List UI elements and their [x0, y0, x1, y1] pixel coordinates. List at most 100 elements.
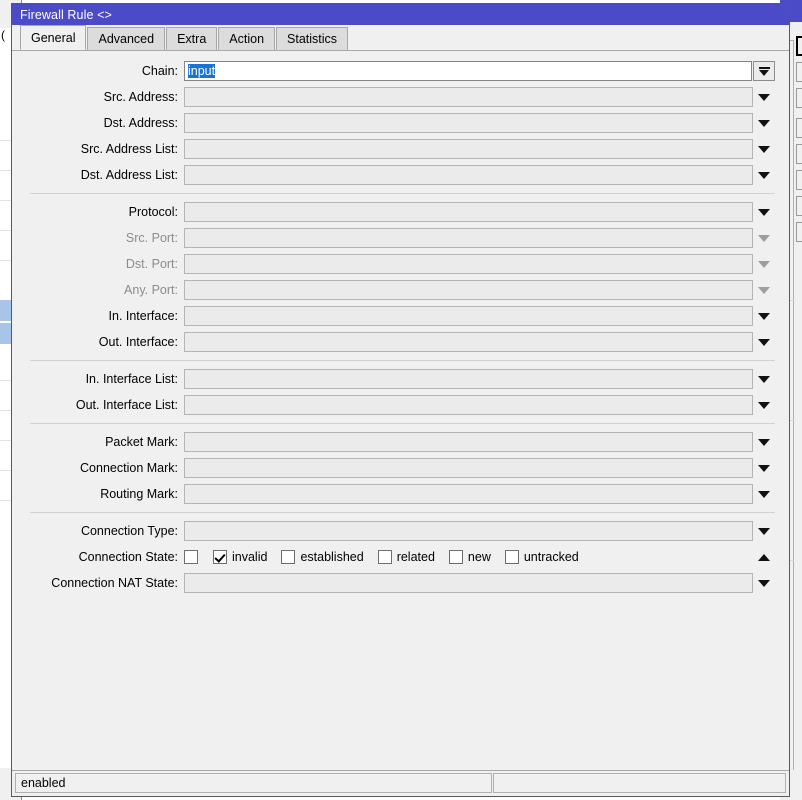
- field-row-in-interface-list: In. Interface List:: [12, 366, 789, 392]
- general-tab-panel: Chain: input Src. Address: Dst. Address:: [12, 50, 789, 770]
- firewall-rule-dialog: Firewall Rule <> General Advanced Extra …: [11, 3, 790, 797]
- src-address-chevron-down-icon[interactable]: [753, 87, 775, 107]
- connection-state-related[interactable]: related: [377, 550, 435, 564]
- label-in-interface: In. Interface:: [108, 309, 178, 323]
- label-src-port: Src. Port:: [125, 231, 178, 245]
- field-row-src-port: Src. Port:: [12, 225, 789, 251]
- src-port-chevron-down-icon: [753, 228, 775, 248]
- label-connection-state: Connection State:: [78, 550, 178, 564]
- label-protocol: Protocol:: [128, 205, 178, 219]
- label-src-address: Src. Address:: [103, 90, 178, 104]
- out-interface-chevron-down-icon[interactable]: [753, 332, 775, 352]
- label-dst-address-list: Dst. Address List:: [80, 168, 178, 182]
- checkbox-untracked[interactable]: [504, 550, 519, 564]
- label-any-port: Any. Port:: [124, 283, 178, 297]
- out-interface-input[interactable]: [184, 332, 753, 352]
- label-established: established: [300, 550, 364, 564]
- connection-mark-chevron-down-icon[interactable]: [753, 458, 775, 478]
- tab-extra[interactable]: Extra: [166, 27, 218, 50]
- dst-address-chevron-down-icon[interactable]: [753, 113, 775, 133]
- tab-general[interactable]: General: [20, 25, 87, 50]
- protocol-chevron-down-icon[interactable]: [753, 202, 775, 222]
- field-row-src-address-list: Src. Address List:: [12, 136, 789, 162]
- checkbox-new[interactable]: [448, 550, 463, 564]
- src-address-input[interactable]: [184, 87, 753, 107]
- label-src-address-list: Src. Address List:: [80, 142, 178, 156]
- in-interface-list-input[interactable]: [184, 369, 753, 389]
- background-button[interactable]: [796, 118, 802, 138]
- field-row-any-port: Any. Port:: [12, 277, 789, 303]
- label-invalid: invalid: [232, 550, 268, 564]
- in-interface-input[interactable]: [184, 306, 753, 326]
- tab-bar: General Advanced Extra Action Statistics: [12, 25, 789, 50]
- section-divider: [30, 512, 775, 513]
- checkbox-related[interactable]: [377, 550, 392, 564]
- background-button[interactable]: [796, 144, 802, 164]
- dst-address-list-chevron-down-icon[interactable]: [753, 165, 775, 185]
- dst-address-input[interactable]: [184, 113, 753, 133]
- background-button[interactable]: [796, 196, 802, 216]
- tab-advanced[interactable]: Advanced: [87, 27, 166, 50]
- label-chain: Chain:: [141, 64, 178, 78]
- background-button[interactable]: [796, 62, 802, 82]
- connection-state-negate[interactable]: [184, 550, 203, 564]
- field-row-connection-type: Connection Type:: [12, 518, 789, 544]
- section-divider: [30, 193, 775, 194]
- checkbox-negate[interactable]: [184, 550, 198, 564]
- out-interface-list-chevron-down-icon[interactable]: [753, 395, 775, 415]
- protocol-input[interactable]: [184, 202, 753, 222]
- src-address-list-input[interactable]: [184, 139, 753, 159]
- chain-input[interactable]: input: [184, 61, 752, 81]
- field-row-dst-address-list: Dst. Address List:: [12, 162, 789, 188]
- connection-mark-input[interactable]: [184, 458, 753, 478]
- packet-mark-chevron-down-icon[interactable]: [753, 432, 775, 452]
- packet-mark-input[interactable]: [184, 432, 753, 452]
- connection-state-checkbox-group: invalid established related new untracke…: [184, 550, 753, 564]
- background-button[interactable]: [796, 222, 802, 242]
- routing-mark-input[interactable]: [184, 484, 753, 504]
- connection-state-invalid[interactable]: invalid: [213, 550, 267, 564]
- background-button[interactable]: [796, 170, 802, 190]
- connection-type-chevron-down-icon[interactable]: [753, 521, 775, 541]
- label-dst-address: Dst. Address:: [103, 116, 178, 130]
- field-row-dst-address: Dst. Address:: [12, 110, 789, 136]
- field-row-out-interface: Out. Interface:: [12, 329, 789, 355]
- label-dst-port: Dst. Port:: [125, 257, 178, 271]
- dst-address-list-input[interactable]: [184, 165, 753, 185]
- background-button[interactable]: [796, 88, 802, 108]
- field-row-chain: Chain: input: [12, 58, 789, 84]
- chain-dropdown-icon[interactable]: [753, 61, 775, 81]
- connection-nat-state-input[interactable]: [184, 573, 753, 593]
- checkbox-established[interactable]: [281, 550, 296, 564]
- field-row-in-interface: In. Interface:: [12, 303, 789, 329]
- field-row-src-address: Src. Address:: [12, 84, 789, 110]
- dialog-title: Firewall Rule <>: [20, 7, 112, 22]
- routing-mark-chevron-down-icon[interactable]: [753, 484, 775, 504]
- field-row-connection-nat-state: Connection NAT State:: [12, 570, 789, 596]
- field-row-routing-mark: Routing Mark:: [12, 481, 789, 507]
- connection-nat-state-chevron-down-icon[interactable]: [753, 573, 775, 593]
- connection-state-chevron-up-icon[interactable]: [753, 547, 775, 567]
- label-out-interface-list: Out. Interface List:: [75, 398, 178, 412]
- out-interface-list-input[interactable]: [184, 395, 753, 415]
- section-divider: [30, 423, 775, 424]
- connection-state-untracked[interactable]: untracked: [504, 550, 579, 564]
- connection-type-input[interactable]: [184, 521, 753, 541]
- checkbox-invalid[interactable]: [213, 550, 227, 564]
- field-row-connection-state: Connection State: invalid established re…: [12, 544, 789, 570]
- status-text-right: [493, 773, 786, 793]
- in-interface-list-chevron-down-icon[interactable]: [753, 369, 775, 389]
- src-address-list-chevron-down-icon[interactable]: [753, 139, 775, 159]
- tab-action[interactable]: Action: [218, 27, 276, 50]
- connection-state-new[interactable]: new: [448, 550, 491, 564]
- in-interface-chevron-down-icon[interactable]: [753, 306, 775, 326]
- label-related: related: [396, 550, 435, 564]
- background-button[interactable]: [796, 36, 802, 56]
- dst-port-input: [184, 254, 753, 274]
- any-port-chevron-down-icon: [753, 280, 775, 300]
- dialog-titlebar[interactable]: Firewall Rule <>: [12, 4, 789, 25]
- tab-statistics[interactable]: Statistics: [276, 27, 349, 50]
- field-row-packet-mark: Packet Mark:: [12, 429, 789, 455]
- connection-state-established[interactable]: established: [281, 550, 364, 564]
- label-connection-nat-state: Connection NAT State:: [51, 576, 178, 590]
